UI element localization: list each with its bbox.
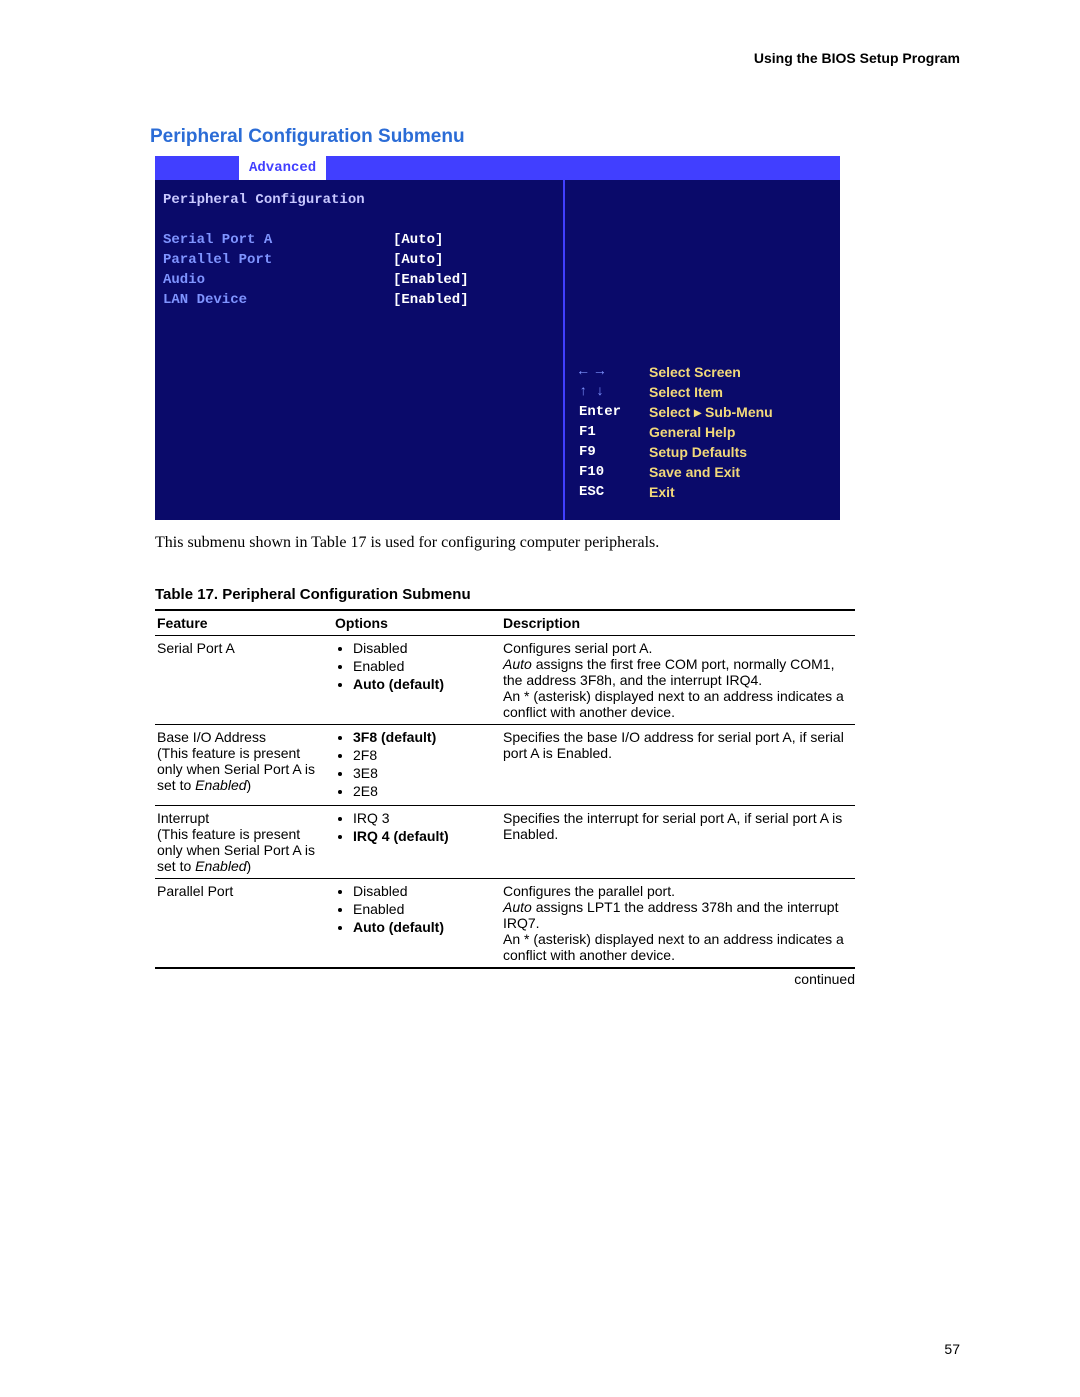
bios-item-row: LAN Device[Enabled] bbox=[163, 290, 555, 310]
bios-help-key: ↑ ↓ bbox=[579, 382, 649, 402]
bios-tab-advanced: Advanced bbox=[239, 156, 326, 180]
bios-help-desc: Select ▸ Sub-Menu bbox=[649, 402, 773, 422]
bios-heading: Peripheral Configuration bbox=[163, 190, 365, 210]
th-description: Description bbox=[501, 610, 855, 636]
cell-description: Specifies the base I/O address for seria… bbox=[501, 725, 855, 806]
table-row: Base I/O Address(This feature is present… bbox=[155, 725, 855, 806]
bios-help-key: F9 bbox=[579, 442, 649, 462]
cell-feature: Interrupt(This feature is present only w… bbox=[155, 806, 333, 879]
bios-help-key: ← → bbox=[579, 362, 649, 382]
bios-item-row: Audio[Enabled] bbox=[163, 270, 555, 290]
bios-screenshot: Advanced Peripheral Configuration Serial… bbox=[155, 156, 840, 520]
bios-item-value: [Auto] bbox=[393, 250, 443, 270]
bios-help-key: F1 bbox=[579, 422, 649, 442]
bios-item-label: LAN Device bbox=[163, 290, 393, 310]
running-header: Using the BIOS Setup Program bbox=[150, 50, 960, 66]
bios-help-desc: General Help bbox=[649, 422, 735, 442]
continued-label: continued bbox=[150, 971, 855, 987]
cell-description: Specifies the interrupt for serial port … bbox=[501, 806, 855, 879]
bios-help-key: Enter bbox=[579, 402, 649, 422]
cell-description: Configures serial port A.Auto assigns th… bbox=[501, 636, 855, 725]
section-title: Peripheral Configuration Submenu bbox=[150, 126, 960, 148]
bios-item-value: [Auto] bbox=[393, 230, 443, 250]
cell-options: 3F8 (default)2F83E82E8 bbox=[333, 725, 501, 806]
bios-help-desc: Exit bbox=[649, 482, 675, 502]
bios-left-pane: Peripheral Configuration Serial Port A[A… bbox=[155, 180, 563, 520]
th-options: Options bbox=[333, 610, 501, 636]
page-number: 57 bbox=[944, 1341, 960, 1357]
cell-options: DisabledEnabledAuto (default) bbox=[333, 879, 501, 969]
bios-help-row: ↑ ↓Select Item bbox=[579, 382, 832, 402]
bios-help-desc: Select Screen bbox=[649, 362, 741, 382]
cell-feature: Parallel Port bbox=[155, 879, 333, 969]
bios-help-row: F9Setup Defaults bbox=[579, 442, 832, 462]
bios-help-row: EnterSelect ▸ Sub-Menu bbox=[579, 402, 832, 422]
bios-help-desc: Setup Defaults bbox=[649, 442, 747, 462]
bios-tabbar: Advanced bbox=[155, 156, 840, 180]
bios-item-row: Serial Port A[Auto] bbox=[163, 230, 555, 250]
bios-help-key: F10 bbox=[579, 462, 649, 482]
th-feature: Feature bbox=[155, 610, 333, 636]
cell-feature: Base I/O Address(This feature is present… bbox=[155, 725, 333, 806]
bios-help-row: F10Save and Exit bbox=[579, 462, 832, 482]
cell-options: IRQ 3IRQ 4 (default) bbox=[333, 806, 501, 879]
table-row: Serial Port ADisabledEnabledAuto (defaul… bbox=[155, 636, 855, 725]
bios-help-pane: ← →Select Screen↑ ↓Select ItemEnterSelec… bbox=[563, 180, 840, 520]
bios-item-value: [Enabled] bbox=[393, 270, 469, 290]
feature-table: Feature Options Description Serial Port … bbox=[155, 609, 855, 969]
bios-help-desc: Select Item bbox=[649, 382, 723, 402]
bios-help-desc: Save and Exit bbox=[649, 462, 740, 482]
bios-item-label: Audio bbox=[163, 270, 393, 290]
bios-help-row: F1General Help bbox=[579, 422, 832, 442]
table-row: Parallel PortDisabledEnabledAuto (defaul… bbox=[155, 879, 855, 969]
bios-item-value: [Enabled] bbox=[393, 290, 469, 310]
table-row: Interrupt(This feature is present only w… bbox=[155, 806, 855, 879]
bios-help-row: ← →Select Screen bbox=[579, 362, 832, 382]
cell-description: Configures the parallel port.Auto assign… bbox=[501, 879, 855, 969]
bios-item-label: Parallel Port bbox=[163, 250, 393, 270]
bios-item-label: Serial Port A bbox=[163, 230, 393, 250]
bios-help-key: ESC bbox=[579, 482, 649, 502]
table-title: Table 17. Peripheral Configuration Subme… bbox=[155, 586, 960, 603]
caption-paragraph: This submenu shown in Table 17 is used f… bbox=[155, 534, 960, 552]
cell-options: DisabledEnabledAuto (default) bbox=[333, 636, 501, 725]
cell-feature: Serial Port A bbox=[155, 636, 333, 725]
bios-item-row: Parallel Port[Auto] bbox=[163, 250, 555, 270]
bios-help-row: ESCExit bbox=[579, 482, 832, 502]
